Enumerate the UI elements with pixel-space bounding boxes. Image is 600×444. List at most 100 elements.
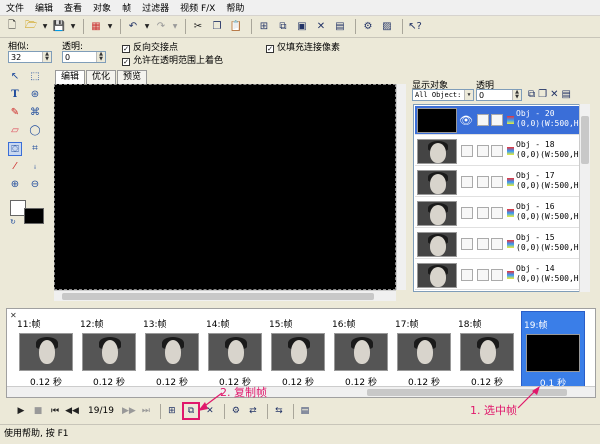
visibility-box[interactable] bbox=[461, 238, 473, 250]
canvas-vertical-scrollbar[interactable] bbox=[396, 84, 406, 290]
first-frame-icon[interactable]: ⏮ bbox=[48, 404, 62, 418]
frame-item[interactable]: 14:帧 0.12 秒 bbox=[204, 311, 266, 391]
tab-edit[interactable]: 编辑 bbox=[55, 70, 86, 84]
delete-frame-icon[interactable]: ✕ bbox=[203, 404, 217, 418]
reverse-frames-icon[interactable]: ⇆ bbox=[272, 404, 286, 418]
menu-help[interactable]: 帮助 bbox=[226, 1, 244, 14]
merge-box[interactable] bbox=[491, 114, 503, 126]
image-canvas[interactable] bbox=[54, 84, 396, 290]
save-icon[interactable]: 💾 bbox=[51, 19, 67, 35]
frame-item-selected[interactable]: 19:帧 0.1 秒 bbox=[521, 311, 585, 391]
frame-item[interactable]: 16:帧 0.12 秒 bbox=[330, 311, 392, 391]
copy-object-icon[interactable]: ❐ bbox=[538, 89, 550, 100]
stop-icon[interactable]: ■ bbox=[31, 404, 45, 418]
swap-colors-icon[interactable]: ↻ bbox=[10, 218, 16, 226]
dropdown-arrow-icon[interactable]: ▼ bbox=[107, 19, 113, 35]
objects-scrollbar[interactable] bbox=[579, 104, 590, 292]
list-item[interactable]: Obj - 18 (0,0)(W:500,H: bbox=[415, 137, 582, 166]
transform-icon[interactable]: ⊛ bbox=[28, 88, 42, 102]
reverse-contact-option[interactable]: ✓ 反向交接点 bbox=[122, 40, 178, 53]
dropdown-arrow-icon[interactable]: ▼ bbox=[42, 19, 48, 35]
frame-transition-icon[interactable]: ⇄ bbox=[246, 404, 260, 418]
foreground-color-swatch[interactable] bbox=[24, 208, 44, 224]
eye-icon[interactable]: 👁 bbox=[459, 114, 473, 127]
transparent-spinner[interactable]: 0 ▲ ▼ bbox=[62, 51, 106, 63]
frame-item[interactable]: 18:帧 0.12 秒 bbox=[456, 311, 518, 391]
dropdown-arrow-icon[interactable]: ▼ bbox=[70, 19, 76, 35]
spinner-arrows-icon[interactable]: ▲ ▼ bbox=[42, 52, 51, 62]
settings-icon[interactable]: ⚙ bbox=[360, 19, 376, 35]
next-frame-icon[interactable]: ▶▶ bbox=[122, 404, 136, 418]
list-item[interactable]: Obj - 14 (0,0)(W:500,H: bbox=[415, 261, 582, 290]
image-icon[interactable]: ▨ bbox=[379, 19, 395, 35]
frame-item[interactable]: 15:帧 0.12 秒 bbox=[267, 311, 329, 391]
frames-scrollbar[interactable] bbox=[7, 386, 595, 397]
line-tool-icon[interactable]: ꜟ bbox=[28, 160, 42, 174]
canvas-horizontal-scrollbar[interactable] bbox=[54, 290, 396, 301]
menu-video-fx[interactable]: 视频 F/X bbox=[180, 1, 215, 14]
new-file-icon[interactable]: 🗋 bbox=[4, 19, 20, 35]
context-help-icon[interactable]: ↖? bbox=[407, 19, 423, 35]
lock-box[interactable] bbox=[477, 207, 489, 219]
cut-icon[interactable]: ✂ bbox=[190, 19, 206, 35]
zoom-out-icon[interactable]: ⊖ bbox=[28, 178, 42, 192]
frame-settings-icon[interactable]: ⚙ bbox=[229, 404, 243, 418]
scroll-thumb[interactable] bbox=[581, 116, 589, 164]
insert-frame-icon[interactable]: ⊞ bbox=[256, 19, 272, 35]
lock-box[interactable] bbox=[477, 176, 489, 188]
previous-frame-icon[interactable]: ◀◀ bbox=[65, 404, 79, 418]
frame-item[interactable]: 11:帧 0.12 秒 bbox=[15, 311, 77, 391]
merge-box[interactable] bbox=[491, 238, 503, 250]
lasso-icon[interactable]: ⌘ bbox=[28, 106, 42, 120]
visibility-box[interactable] bbox=[461, 176, 473, 188]
object-properties-icon[interactable]: ▤ bbox=[562, 89, 574, 100]
merge-box[interactable] bbox=[491, 269, 503, 281]
allow-transparent-checkbox[interactable]: ✓ bbox=[122, 58, 130, 66]
lock-box[interactable] bbox=[477, 269, 489, 281]
dropdown-arrow-icon[interactable]: ▼ bbox=[144, 19, 150, 35]
new-object-icon[interactable]: ⧉ bbox=[528, 89, 538, 100]
object-filter-select[interactable]: All Object: ▼ bbox=[412, 89, 474, 101]
spinner-arrows-icon[interactable]: ▲ ▼ bbox=[96, 52, 105, 62]
menu-object[interactable]: 对象 bbox=[93, 1, 111, 14]
tab-preview[interactable]: 预览 bbox=[117, 70, 148, 84]
delete-object-icon[interactable]: ✕ bbox=[550, 89, 561, 100]
visibility-box[interactable] bbox=[461, 145, 473, 157]
merge-box[interactable] bbox=[491, 176, 503, 188]
undo-icon[interactable]: ↶ bbox=[125, 19, 141, 35]
redo-icon[interactable]: ↷ bbox=[153, 19, 169, 35]
duplicate-frame-icon[interactable]: ⧉ bbox=[181, 402, 200, 420]
dropdown-arrow-icon[interactable]: ▼ bbox=[172, 19, 178, 35]
tab-optimize[interactable]: 优化 bbox=[86, 70, 117, 84]
text-tool-icon[interactable]: T bbox=[8, 88, 22, 102]
lock-box[interactable] bbox=[477, 114, 489, 126]
ellipse-select-icon[interactable]: ◯ bbox=[28, 124, 42, 138]
brush-icon[interactable]: ✎ bbox=[8, 106, 22, 120]
only-connected-checkbox[interactable]: ✓ bbox=[266, 45, 274, 53]
eraser-icon[interactable]: ▱ bbox=[8, 124, 22, 138]
similar-spinner[interactable]: 32 ▲ ▼ bbox=[8, 51, 52, 63]
merge-box[interactable] bbox=[491, 145, 503, 157]
menu-edit[interactable]: 编辑 bbox=[35, 1, 53, 14]
frame-item[interactable]: 17:帧 0.12 秒 bbox=[393, 311, 455, 391]
menu-file[interactable]: 文件 bbox=[6, 1, 24, 14]
duplicate-frame-icon[interactable]: ⧉ bbox=[275, 19, 291, 35]
delete-frame-icon[interactable]: ✕ bbox=[313, 19, 329, 35]
visibility-box[interactable] bbox=[461, 269, 473, 281]
lock-box[interactable] bbox=[477, 238, 489, 250]
open-file-icon[interactable]: 🗁 bbox=[23, 19, 39, 35]
insert-frame-icon[interactable]: ⊞ bbox=[165, 404, 179, 418]
menu-filter[interactable]: 过滤器 bbox=[142, 1, 169, 14]
fill-bucket-icon[interactable]: ⛋ bbox=[8, 142, 22, 156]
pointer-icon[interactable]: ↖ bbox=[8, 70, 22, 84]
list-item[interactable]: Obj - 17 (0,0)(W:500,H: bbox=[415, 168, 582, 197]
object-transparent-spinner[interactable]: 0 ▲ ▼ bbox=[476, 89, 522, 101]
paste-icon[interactable]: 📋 bbox=[228, 19, 244, 35]
allow-transparent-option[interactable]: ✓ 允许在透明范围上着色 bbox=[122, 53, 223, 66]
visibility-box[interactable] bbox=[461, 207, 473, 219]
crop-icon[interactable]: ⌗ bbox=[28, 142, 42, 156]
eyedropper-icon[interactable]: ⁄ bbox=[8, 160, 22, 174]
only-connected-option[interactable]: ✓ 仅填充连接像素 bbox=[266, 40, 340, 53]
frame-properties-icon[interactable]: ▤ bbox=[298, 404, 312, 418]
list-item[interactable]: 👁 Obj - 20 (0,0)(W:500,H: bbox=[415, 106, 582, 135]
